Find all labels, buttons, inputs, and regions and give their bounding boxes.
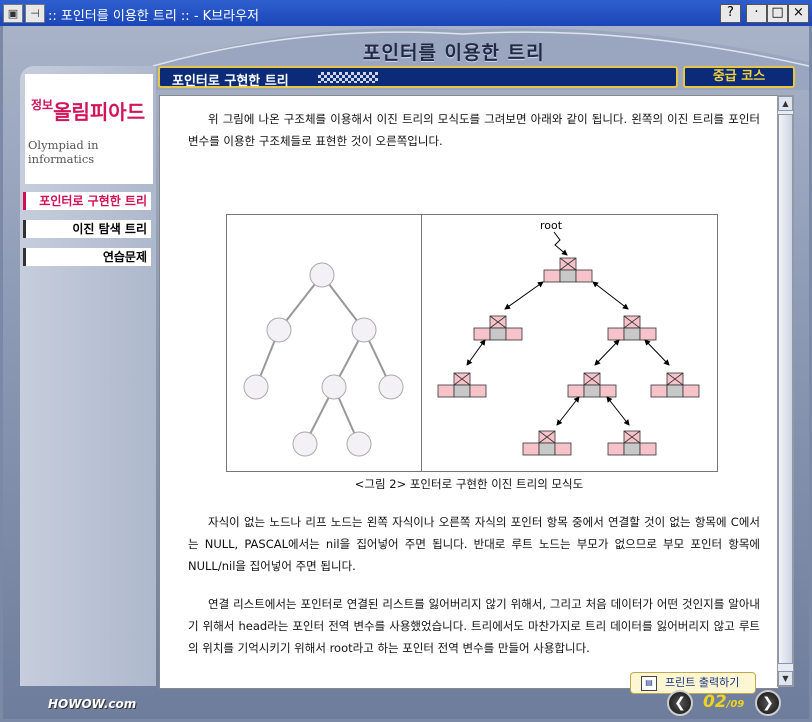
root-label: root <box>540 219 563 232</box>
tree-node <box>321 374 347 400</box>
sidebar: 정보올림피아드 Olympiad in informatics 포인터로 구현한… <box>20 66 156 686</box>
maximize-button[interactable]: □ <box>767 4 788 23</box>
logo: 정보올림피아드 Olympiad in informatics <box>25 74 153 184</box>
pin-icon[interactable]: ⊣ <box>25 4 45 23</box>
paragraph-null: 자식이 없는 노드나 리프 노드는 왼쪽 자식이나 오른쪽 자식의 포인터 항목… <box>188 515 760 573</box>
figure-divider <box>421 215 422 471</box>
pointer-node <box>437 372 487 398</box>
paragraph-root: 연결 리스트에서는 포인터로 연결된 리스트를 잃어버리지 않기 위해서, 그리… <box>188 597 760 655</box>
content-panel: 위 그림에 나온 구조체를 이용해서 이진 트리의 모식도를 그려보면 아래와 … <box>159 95 779 689</box>
sidebar-item-exercises[interactable]: 연습문제 <box>23 248 151 266</box>
title-bar: ▣ ⊣ :: 포인터를 이용한 트리 :: - K브라우저 ? · □ × <box>0 0 812 26</box>
pointer-nodes <box>437 257 700 456</box>
help-button[interactable]: ? <box>720 4 741 23</box>
binary-tree-edges <box>255 274 392 445</box>
tree-node <box>378 374 404 400</box>
logo-small-text: 정보 <box>31 98 54 112</box>
tree-diagram: root <box>243 219 700 457</box>
pointer-node <box>473 315 523 341</box>
close-button[interactable]: × <box>788 4 809 23</box>
tree-node <box>309 262 335 288</box>
scroll-thumb[interactable] <box>778 114 793 664</box>
page-indicator: 02/09 <box>703 692 745 712</box>
minimize-button[interactable]: · <box>746 4 767 23</box>
section-bar: 포인터로 구현한 트리 <box>158 66 678 89</box>
pointer-node <box>567 372 617 398</box>
tree-node <box>346 431 372 457</box>
vertical-scrollbar[interactable]: ▲ ▼ <box>777 95 794 687</box>
page-title: 포인터를 이용한 트리 <box>363 42 545 64</box>
tree-node <box>351 317 377 343</box>
app-frame: 포인터를 이용한 트리 정보올림피아드 Olympiad in informat… <box>3 26 809 719</box>
pointer-node <box>607 430 657 456</box>
print-label: 프린트 출력하기 <box>665 676 740 689</box>
tree-node <box>266 317 292 343</box>
brand-logo: HOWOW.com <box>48 697 137 711</box>
pointer-node <box>522 430 572 456</box>
figure-caption: <그림 2> 포인터로 구현한 이진 트리의 모식도 <box>354 477 584 491</box>
tree-node <box>243 374 269 400</box>
page-current: 02 <box>703 692 727 712</box>
window-title: :: 포인터를 이용한 트리 :: - K브라우저 <box>48 9 260 24</box>
tree-node <box>292 431 318 457</box>
sidebar-item-pointer-tree[interactable]: 포인터로 구현한 트리 <box>23 192 151 210</box>
logo-main-text: 올림피아드 <box>53 100 146 124</box>
prev-page-button[interactable]: ❮ <box>667 690 693 716</box>
section-title: 포인터로 구현한 트리 <box>172 74 289 89</box>
next-page-button[interactable]: ❯ <box>755 690 781 716</box>
footer: HOWOW.com ❮ 02/09 ❯ <box>3 689 809 719</box>
browser-menu-icon[interactable]: ▣ <box>3 4 23 23</box>
level-badge: 중급 코스 <box>683 66 795 88</box>
tree-figure: root <box>226 214 718 472</box>
checker-decoration <box>318 72 378 83</box>
page-total: 09 <box>730 699 745 710</box>
sidebar-item-binary-search-tree[interactable]: 이진 탐색 트리 <box>23 220 151 238</box>
scroll-down-icon[interactable]: ▼ <box>778 671 793 686</box>
paragraph-intro: 위 그림에 나온 구조체를 이용해서 이진 트리의 모식도를 그려보면 아래와 … <box>188 112 760 148</box>
pointer-node <box>650 372 700 398</box>
logo-english-text: Olympiad in informatics <box>28 138 99 166</box>
pointer-node <box>607 315 657 341</box>
scroll-up-icon[interactable]: ▲ <box>778 96 793 111</box>
pointer-node <box>543 257 593 283</box>
